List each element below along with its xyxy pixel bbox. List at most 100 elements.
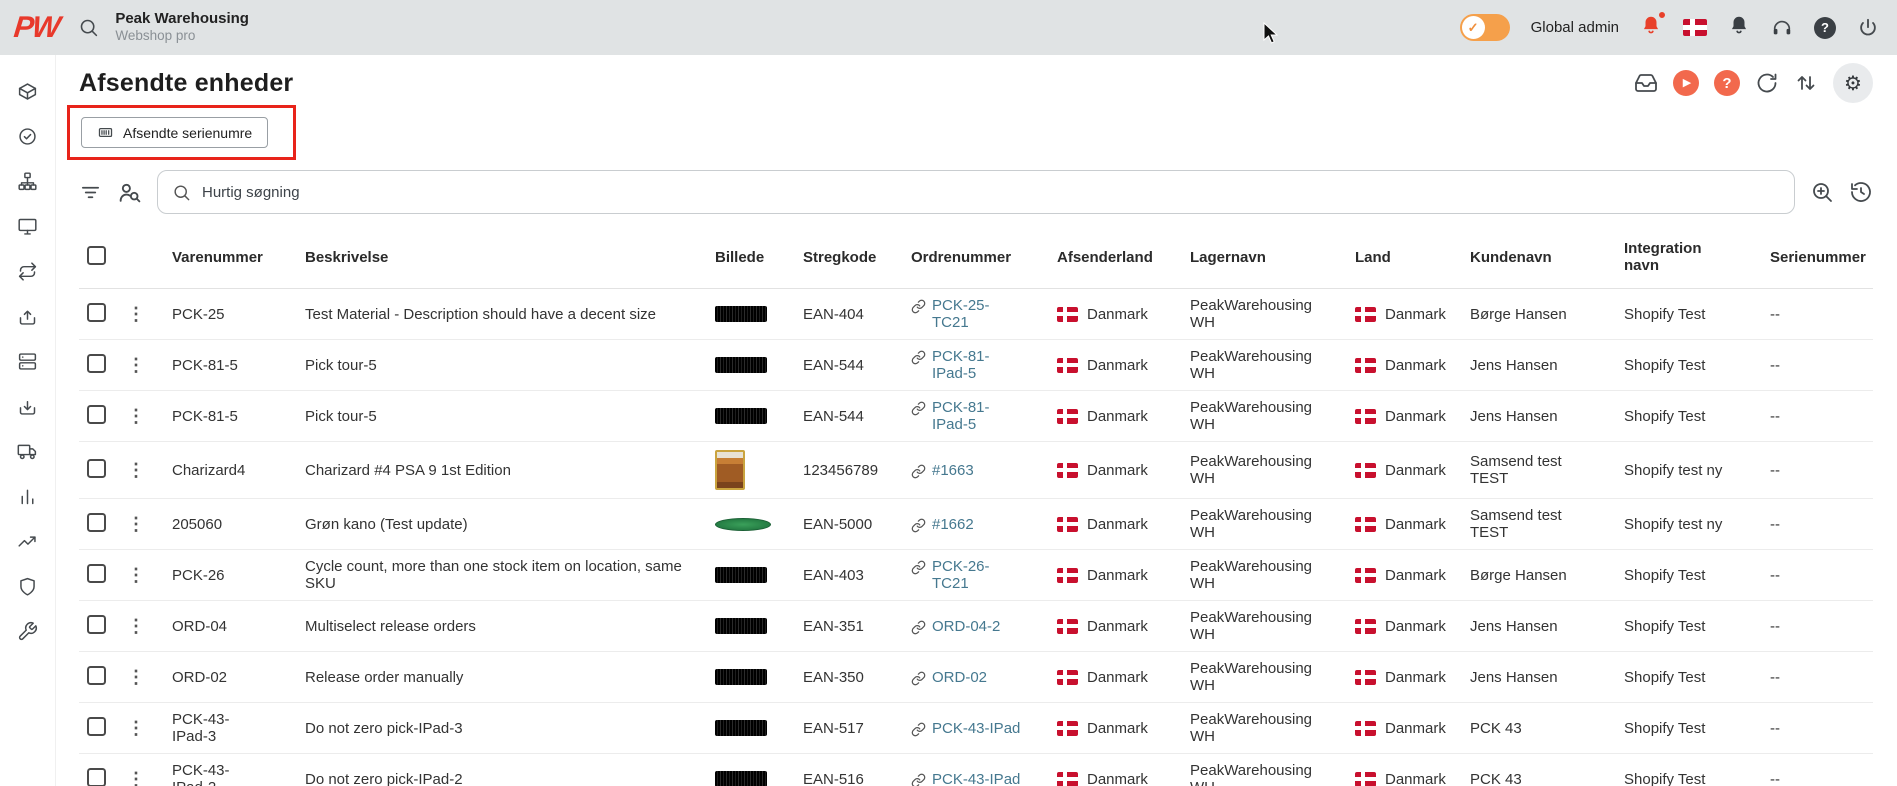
order-link[interactable]: PCK-43-IPad [911, 720, 1041, 737]
product-image[interactable] [715, 771, 767, 786]
col-lagernavn[interactable]: Lagernavn [1182, 226, 1347, 289]
order-link[interactable]: #1662 [911, 516, 1041, 533]
product-image[interactable] [715, 306, 767, 322]
row-menu-icon[interactable]: ⋮ [127, 616, 145, 636]
select-all-checkbox[interactable] [87, 245, 106, 265]
sidebar-bar-chart-icon[interactable] [17, 486, 38, 507]
order-link[interactable]: PCK-25-TC21 [911, 297, 1041, 331]
sidebar-sitemap-icon[interactable] [17, 171, 38, 192]
global-search-icon[interactable] [78, 17, 99, 38]
help-icon[interactable]: ? [1814, 16, 1836, 39]
sidebar-check-circle-icon[interactable] [17, 126, 38, 147]
row-menu-icon[interactable]: ⋮ [127, 304, 145, 324]
tutorial-play-icon[interactable]: ▶ [1673, 70, 1699, 96]
quick-search-input[interactable] [202, 183, 1780, 201]
table-row[interactable]: ⋮ PCK-81-5 Pick tour-5 EAN-544 PCK-81-IP… [79, 390, 1873, 442]
product-image[interactable] [715, 720, 767, 736]
product-image[interactable] [715, 408, 767, 424]
table-row[interactable]: ⋮ ORD-02 Release order manually EAN-350 … [79, 651, 1873, 703]
sidebar-inventory-icon[interactable] [17, 351, 38, 372]
table-row[interactable]: ⋮ PCK-81-5 Pick tour-5 EAN-544 PCK-81-IP… [79, 339, 1873, 391]
col-land[interactable]: Land [1347, 226, 1462, 289]
row-checkbox[interactable] [87, 404, 106, 424]
row-checkbox[interactable] [87, 563, 106, 583]
power-icon[interactable] [1857, 17, 1879, 39]
search-history-icon[interactable] [1849, 180, 1873, 204]
order-link[interactable]: #1663 [911, 462, 1041, 479]
row-menu-icon[interactable]: ⋮ [127, 355, 145, 375]
sort-icon[interactable] [1794, 71, 1818, 95]
link-icon [911, 620, 926, 634]
order-link[interactable]: ORD-02 [911, 669, 1041, 686]
product-image[interactable] [715, 357, 767, 373]
product-image[interactable] [715, 567, 767, 583]
col-afsenderland[interactable]: Afsenderland [1049, 226, 1182, 289]
order-link[interactable]: PCK-81-IPad-5 [911, 399, 1041, 433]
sidebar-outbound-icon[interactable] [17, 306, 38, 327]
quick-search-box[interactable] [157, 170, 1795, 214]
peak-logo[interactable]: PW [12, 11, 60, 45]
sidebar-inbound-icon[interactable] [17, 396, 38, 417]
product-image[interactable] [715, 618, 767, 634]
sidebar-trend-icon[interactable] [17, 531, 38, 552]
search-plus-icon[interactable] [1810, 180, 1834, 204]
row-menu-icon[interactable]: ⋮ [127, 667, 145, 687]
col-kundenavn[interactable]: Kundenavn [1462, 226, 1616, 289]
row-checkbox[interactable] [87, 512, 106, 532]
inbox-icon[interactable] [1634, 71, 1658, 95]
filter-icon[interactable] [79, 181, 102, 204]
order-link[interactable]: PCK-43-IPad [911, 771, 1041, 786]
col-varenummer[interactable]: Varenummer [164, 226, 297, 289]
sidebar-shield-icon[interactable] [17, 576, 38, 597]
sidebar-package-icon[interactable] [17, 81, 38, 102]
row-menu-icon[interactable]: ⋮ [127, 769, 145, 786]
table-row[interactable]: ⋮ PCK-26 Cycle count, more than one stoc… [79, 549, 1873, 601]
person-search-icon[interactable] [117, 180, 142, 205]
product-image[interactable] [715, 517, 771, 531]
refresh-icon[interactable] [1755, 71, 1779, 95]
row-menu-icon[interactable]: ⋮ [127, 406, 145, 426]
sidebar-truck-icon[interactable] [17, 441, 38, 462]
col-serienummer[interactable]: Serienummer [1762, 226, 1873, 289]
row-checkbox[interactable] [87, 302, 106, 322]
table-row[interactable]: ⋮ PCK-43-IPad-2 Do not zero pick-IPad-2 … [79, 753, 1873, 786]
order-link[interactable]: PCK-26-TC21 [911, 558, 1041, 592]
row-checkbox[interactable] [87, 458, 106, 478]
table-row[interactable]: ⋮ Charizard4 Charizard #4 PSA 9 1st Edit… [79, 441, 1873, 499]
sidebar-transfer-icon[interactable] [17, 261, 38, 282]
col-billede[interactable]: Billede [707, 226, 795, 289]
row-menu-icon[interactable]: ⋮ [127, 514, 145, 534]
notifications-bell-icon[interactable] [1728, 14, 1750, 41]
product-image[interactable] [715, 669, 767, 685]
row-menu-icon[interactable]: ⋮ [127, 718, 145, 738]
row-menu-icon[interactable]: ⋮ [127, 460, 145, 480]
admin-mode-toggle[interactable]: ✓ [1459, 14, 1510, 41]
row-checkbox[interactable] [87, 767, 106, 786]
row-checkbox[interactable] [87, 716, 106, 736]
shipped-serials-button[interactable]: Afsendte serienumre [81, 117, 269, 148]
denmark-flag-icon[interactable] [1683, 19, 1707, 36]
product-image[interactable] [715, 450, 745, 490]
col-beskrivelse[interactable]: Beskrivelse [297, 226, 707, 289]
cell-beskrivelse: Test Material - Description should have … [297, 288, 707, 340]
table-row[interactable]: ⋮ ORD-04 Multiselect release orders EAN-… [79, 600, 1873, 652]
table-row[interactable]: ⋮ PCK-25 Test Material - Description sho… [79, 288, 1873, 340]
help-circle-icon[interactable]: ? [1714, 70, 1740, 96]
order-link[interactable]: PCK-81-IPad-5 [911, 348, 1041, 382]
table-row[interactable]: ⋮ 205060 Grøn kano (Test update) EAN-500… [79, 498, 1873, 550]
col-ordrenummer[interactable]: Ordrenummer [903, 226, 1049, 289]
col-integration-navn[interactable]: Integration navn [1616, 226, 1762, 289]
sidebar-wrench-icon[interactable] [17, 621, 38, 642]
row-menu-icon[interactable]: ⋮ [127, 565, 145, 585]
row-checkbox[interactable] [87, 665, 106, 685]
settings-icon[interactable]: ⚙ [1833, 63, 1873, 103]
row-checkbox[interactable] [87, 614, 106, 634]
order-link[interactable]: ORD-04-2 [911, 618, 1041, 635]
table-row[interactable]: ⋮ PCK-43-IPad-3 Do not zero pick-IPad-3 … [79, 702, 1873, 754]
row-checkbox[interactable] [87, 353, 106, 373]
alerts-icon[interactable] [1640, 10, 1667, 41]
cell-varenummer: Charizard4 [164, 441, 297, 499]
support-headset-icon[interactable] [1771, 17, 1793, 39]
sidebar-terminal-icon[interactable] [17, 216, 38, 237]
col-stregkode[interactable]: Stregkode [795, 226, 903, 289]
